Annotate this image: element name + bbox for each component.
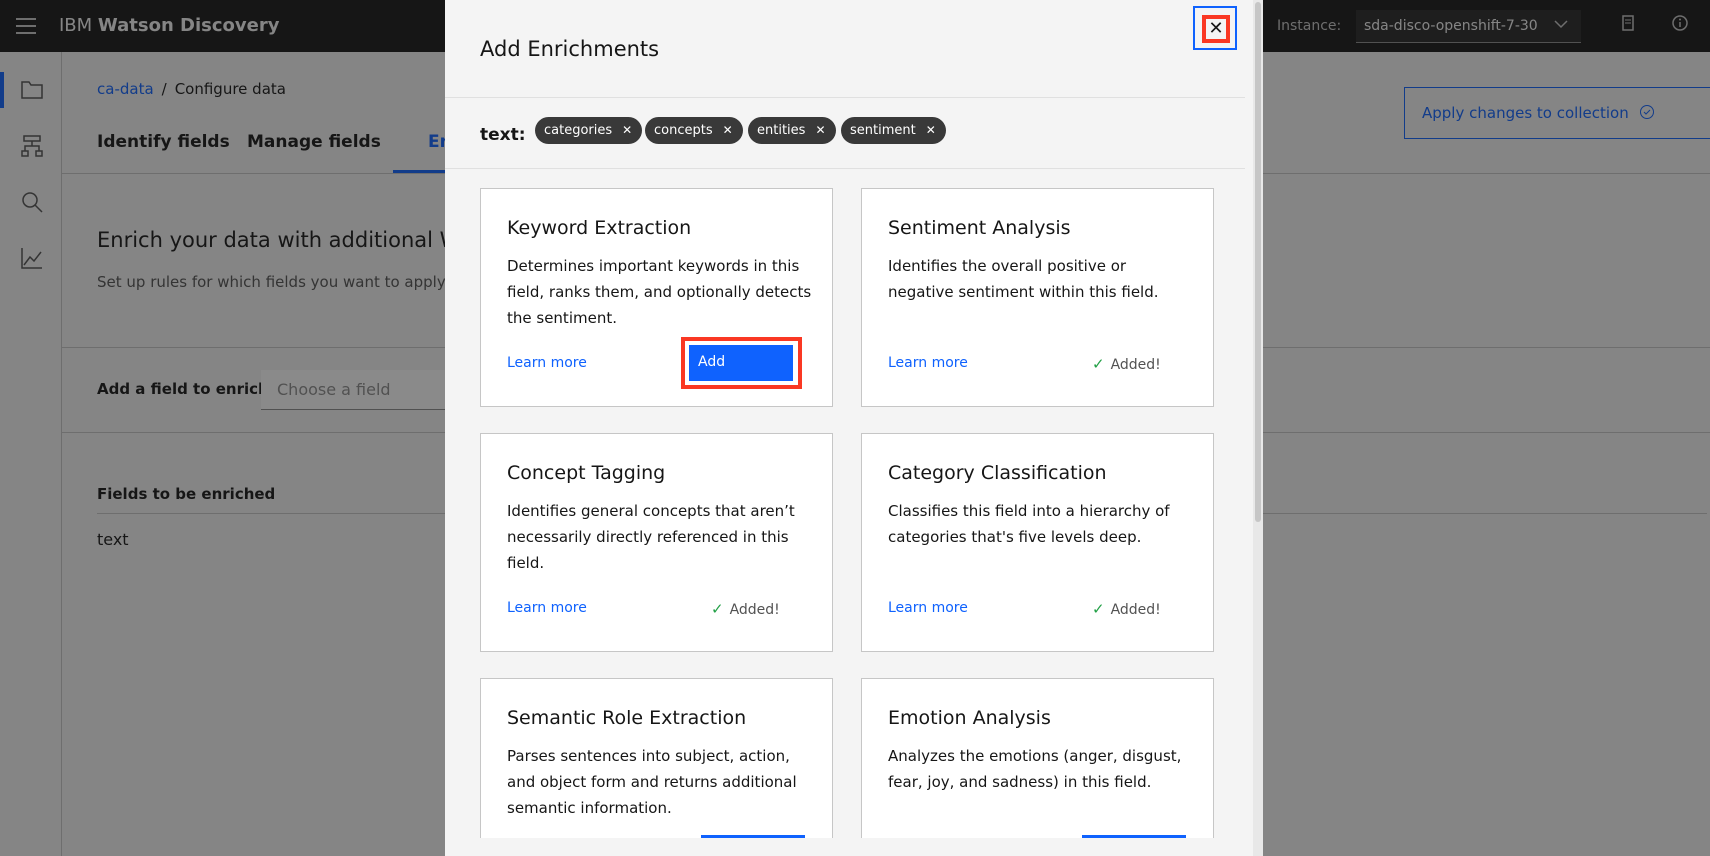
card-semantic-role-extraction: Semantic Role Extraction Parses sentence…: [480, 678, 833, 838]
added-status: ✓ Added!: [1092, 600, 1161, 618]
tag-label: sentiment: [850, 123, 916, 138]
add-enrichments-modal: Add Enrichments ✕ text: categories ✕ conc…: [445, 0, 1263, 856]
added-label: Added!: [1110, 602, 1161, 618]
tag-categories[interactable]: categories ✕: [535, 117, 643, 144]
added-label: Added!: [729, 602, 780, 618]
tag-label: concepts: [654, 123, 713, 138]
card-description: Identifies general concepts that aren’t …: [507, 502, 795, 572]
card-concept-tagging: Concept Tagging Identifies general conce…: [480, 433, 833, 652]
card-title: Emotion Analysis: [888, 707, 1051, 729]
checkmark-outline-icon: ✓: [711, 600, 724, 618]
modal-footer-strip: [445, 838, 1245, 856]
modal-title: Add Enrichments: [480, 37, 660, 61]
learn-more-link[interactable]: Learn more: [888, 600, 968, 616]
card-title: Concept Tagging: [507, 462, 666, 484]
learn-more-link[interactable]: Learn more: [507, 600, 587, 616]
checkmark-outline-icon: ✓: [1092, 600, 1105, 618]
card-title: Sentiment Analysis: [888, 217, 1071, 239]
added-status: ✓ Added!: [711, 600, 780, 618]
close-icon[interactable]: ✕: [926, 123, 936, 137]
modal-scrollbar[interactable]: [1253, 0, 1263, 856]
tag-concepts[interactable]: concepts ✕: [645, 117, 743, 144]
card-description: Parses sentences into subject, action, a…: [507, 747, 797, 817]
close-icon: ✕: [1202, 15, 1230, 43]
card-description: Analyzes the emotions (anger, disgust, f…: [888, 747, 1182, 791]
tag-entities[interactable]: entities ✕: [748, 117, 836, 144]
field-label: text:: [480, 125, 526, 145]
add-button[interactable]: Add: [689, 345, 793, 381]
tag-label: categories: [544, 123, 613, 138]
close-icon[interactable]: ✕: [622, 123, 632, 137]
card-keyword-extraction: Keyword Extraction Determines important …: [480, 188, 833, 407]
tag-label: entities: [757, 123, 806, 138]
learn-more-link[interactable]: Learn more: [507, 355, 587, 371]
scrollbar-thumb[interactable]: [1255, 2, 1261, 522]
close-button[interactable]: ✕: [1193, 6, 1237, 50]
added-status: ✓ Added!: [1092, 355, 1161, 373]
card-title: Semantic Role Extraction: [507, 707, 747, 729]
enrichment-cards: Keyword Extraction Determines important …: [445, 170, 1245, 838]
card-category-classification: Category Classification Classifies this …: [861, 433, 1214, 652]
card-title: Keyword Extraction: [507, 217, 692, 239]
card-sentiment-analysis: Sentiment Analysis Identifies the overal…: [861, 188, 1214, 407]
card-emotion-analysis: Emotion Analysis Analyzes the emotions (…: [861, 678, 1214, 838]
card-title: Category Classification: [888, 462, 1107, 484]
close-icon[interactable]: ✕: [723, 123, 733, 137]
checkmark-outline-icon: ✓: [1092, 355, 1105, 373]
card-description: Classifies this field into a hierarchy o…: [888, 502, 1170, 546]
close-icon[interactable]: ✕: [815, 123, 825, 137]
added-label: Added!: [1110, 357, 1161, 373]
learn-more-link[interactable]: Learn more: [888, 355, 968, 371]
card-description: Identifies the overall positive or negat…: [888, 257, 1159, 301]
card-description: Determines important keywords in this fi…: [507, 257, 812, 327]
tag-sentiment[interactable]: sentiment ✕: [841, 117, 946, 144]
enrichment-tags-bar: text: categories ✕ concepts ✕ entities ✕ se…: [445, 97, 1245, 169]
